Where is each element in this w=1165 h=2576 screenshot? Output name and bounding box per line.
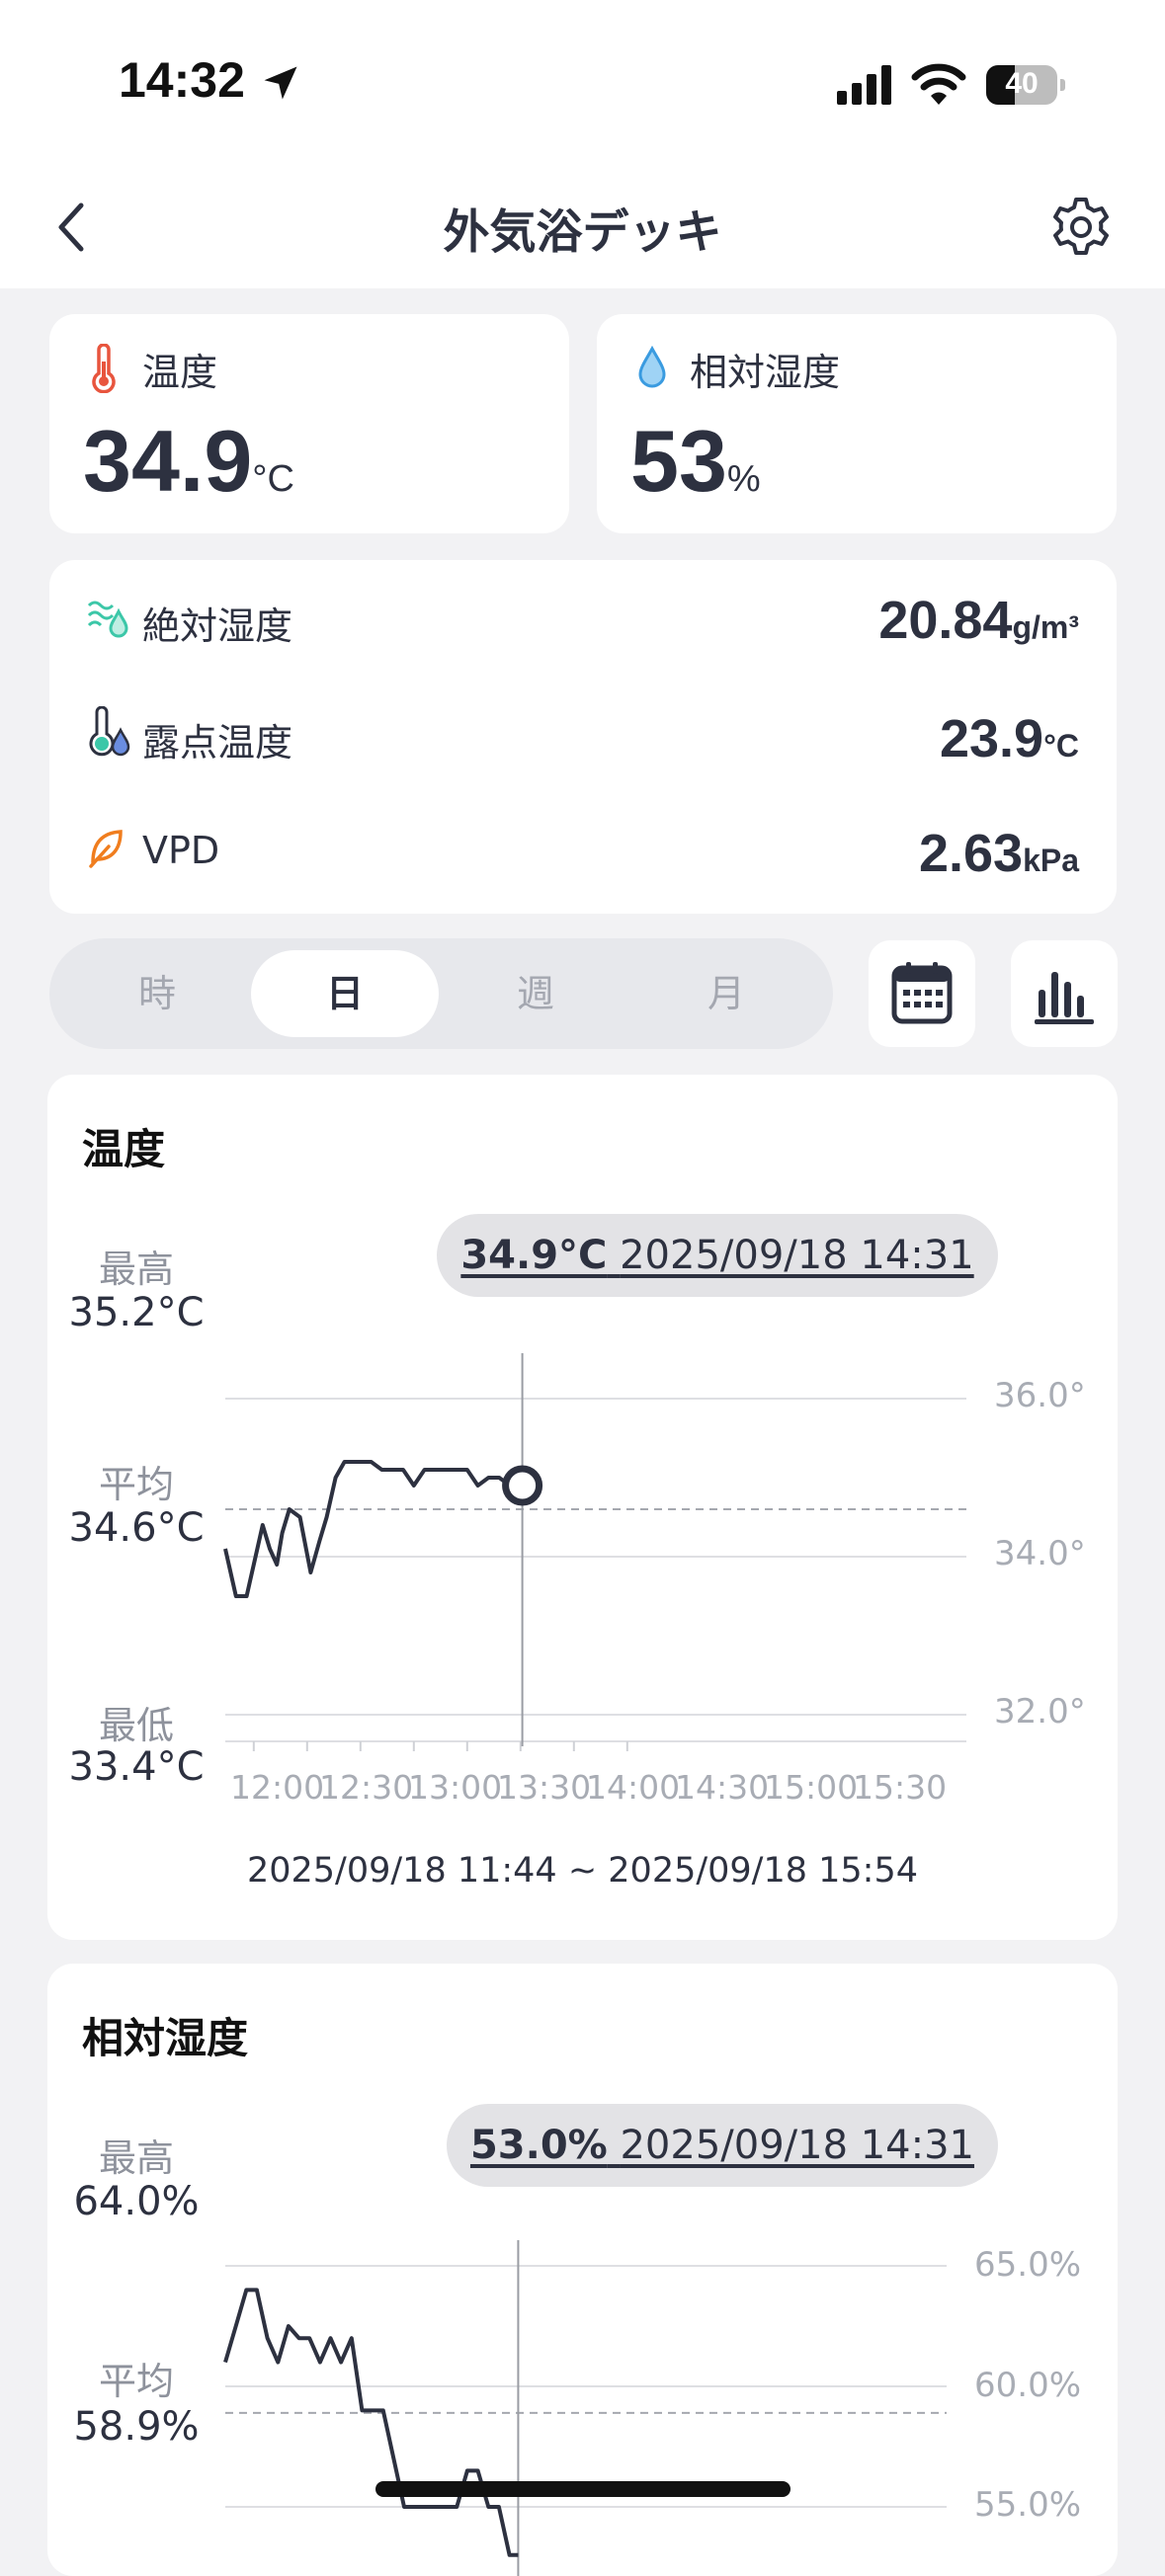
wifi-icon bbox=[911, 63, 966, 105]
y-tick-label: 36.0° bbox=[994, 1376, 1086, 1415]
y-tick-label: 32.0° bbox=[994, 1692, 1086, 1731]
dew-point-icon bbox=[89, 706, 130, 757]
battery-icon: 40 bbox=[986, 65, 1065, 105]
metric-label: 露点温度 bbox=[142, 721, 293, 765]
leaf-icon bbox=[89, 830, 123, 868]
highlight-point bbox=[502, 1465, 543, 1506]
series-line bbox=[223, 1460, 523, 1598]
y-tick-label: 55.0% bbox=[974, 2485, 1082, 2525]
gear-icon[interactable] bbox=[1049, 196, 1113, 259]
page-title: 外気浴デッキ bbox=[443, 205, 722, 260]
thermometer-icon bbox=[92, 344, 116, 393]
temperature-line-chart[interactable] bbox=[47, 1075, 1118, 1940]
humidity-unit: % bbox=[726, 458, 761, 500]
tab-week[interactable]: 週 bbox=[442, 950, 629, 1037]
status-bar: 14:32 40 bbox=[0, 0, 1165, 168]
temperature-unit: °C bbox=[252, 458, 294, 500]
series-line bbox=[223, 2288, 519, 2557]
period-segmented-control: 時 日 週 月 bbox=[49, 938, 833, 1049]
water-drop-icon bbox=[638, 346, 666, 388]
temperature-chart-card: 温度 最高 35.2°C 平均 34.6°C 最低 33.4°C 34.9°C … bbox=[47, 1075, 1118, 1940]
battery-level: 40 bbox=[1005, 67, 1039, 100]
y-tick-label: 60.0% bbox=[974, 2366, 1082, 2405]
x-tick-label: 14:00 bbox=[586, 1768, 681, 1807]
x-tick-label: 12:30 bbox=[319, 1768, 414, 1807]
tab-hour[interactable]: 時 bbox=[63, 950, 251, 1037]
x-tick-label: 13:30 bbox=[497, 1768, 592, 1807]
metric-row-absolute-humidity: 絶対湿度 20.84g/m³ bbox=[49, 560, 1117, 679]
metric-row-vpd: VPD 2.63kPa bbox=[49, 797, 1117, 914]
date-range: 2025/09/18 11:44 ~ 2025/09/18 15:54 bbox=[246, 1851, 918, 1891]
x-tick-label: 13:00 bbox=[408, 1768, 503, 1807]
metric-value: 20.84 bbox=[878, 591, 1013, 650]
y-tick-label: 34.0° bbox=[994, 1534, 1086, 1573]
location-arrow-icon bbox=[264, 66, 297, 100]
metric-value: 2.63 bbox=[918, 824, 1024, 883]
temperature-value: 34.9 bbox=[83, 412, 253, 510]
home-indicator bbox=[375, 2481, 791, 2497]
x-tick-label: 14:30 bbox=[675, 1768, 770, 1807]
metric-unit: g/m³ bbox=[1012, 609, 1079, 645]
status-time: 14:32 bbox=[119, 52, 245, 108]
humidity-label: 相対湿度 bbox=[690, 351, 841, 394]
metric-unit: °C bbox=[1043, 728, 1079, 764]
x-tick-label: 15:30 bbox=[853, 1768, 948, 1807]
nav-bar: 外気浴デッキ bbox=[0, 168, 1165, 288]
tab-day[interactable]: 日 bbox=[251, 950, 439, 1037]
x-tick-label: 12:00 bbox=[230, 1768, 325, 1807]
x-tick-label: 15:00 bbox=[764, 1768, 859, 1807]
metric-row-dew-point: 露点温度 23.9°C bbox=[49, 679, 1117, 797]
y-tick-label: 65.0% bbox=[974, 2245, 1082, 2285]
metric-label: VPD bbox=[142, 829, 220, 872]
metric-unit: kPa bbox=[1023, 843, 1079, 878]
chart-type-button[interactable] bbox=[1011, 940, 1118, 1047]
humidity-card[interactable]: 相対湿度 53% bbox=[597, 314, 1117, 533]
humidity-value: 53 bbox=[630, 412, 727, 510]
bar-chart-icon bbox=[1035, 972, 1094, 1024]
calendar-icon bbox=[891, 962, 953, 1024]
tab-month[interactable]: 月 bbox=[632, 950, 820, 1037]
metric-label: 絶対湿度 bbox=[142, 604, 293, 648]
temperature-label: 温度 bbox=[142, 351, 218, 394]
humidity-waves-icon bbox=[87, 601, 128, 638]
temperature-card[interactable]: 温度 34.9°C bbox=[49, 314, 569, 533]
calendar-button[interactable] bbox=[869, 940, 975, 1047]
metric-value: 23.9 bbox=[939, 709, 1044, 768]
cellular-signal-icon bbox=[837, 65, 891, 105]
metrics-card: 絶対湿度 20.84g/m³ 露点温度 23.9°C VPD 2.63kPa bbox=[49, 560, 1117, 914]
